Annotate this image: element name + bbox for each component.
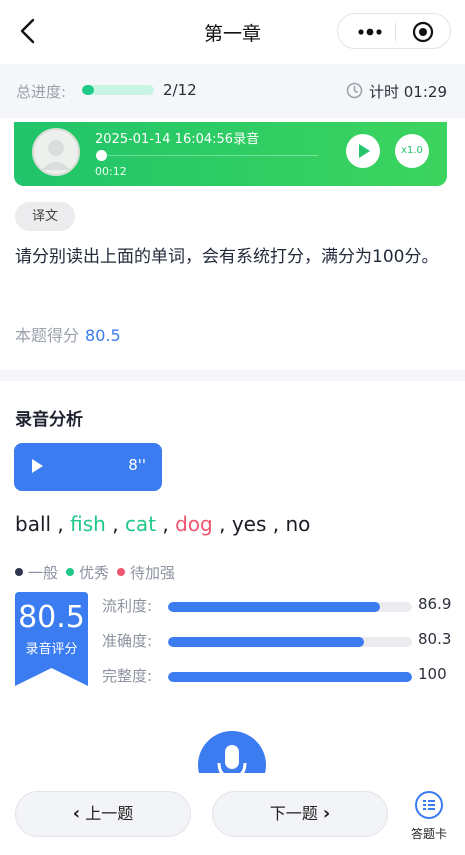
capsule-divider bbox=[395, 23, 396, 41]
legend-label: 优秀 bbox=[79, 564, 110, 582]
metric-label: 准确度: bbox=[102, 632, 153, 650]
bottom-bar: ‹ 上一题 下一题 › 答题卡 bbox=[0, 773, 465, 855]
play-icon bbox=[359, 144, 370, 158]
prev-label: 上一题 bbox=[85, 804, 134, 823]
metric-row-accuracy: 准确度: 80.3 bbox=[102, 630, 452, 654]
audio-seconds: 8'' bbox=[128, 456, 146, 474]
playback-knob[interactable] bbox=[96, 150, 107, 161]
next-label: 下一题 bbox=[269, 804, 318, 823]
user-placeholder-icon bbox=[42, 140, 70, 170]
score-label: 本题得分 bbox=[15, 326, 80, 345]
word-separator: , bbox=[212, 512, 232, 536]
metric-label: 完整度: bbox=[102, 667, 153, 685]
translation-tag[interactable]: 译文 bbox=[15, 202, 75, 231]
word-list: ball , fish , cat , dog , yes , no bbox=[15, 512, 310, 536]
metric-label: 流利度: bbox=[102, 597, 153, 615]
metric-track bbox=[168, 637, 412, 647]
progress-label: 总进度: bbox=[16, 83, 67, 101]
word-item[interactable]: ball bbox=[15, 512, 51, 536]
answer-card-label: 答题卡 bbox=[410, 827, 447, 841]
speed-button[interactable]: x1.0 bbox=[395, 134, 429, 168]
legend-dot bbox=[117, 568, 126, 576]
chevron-left-icon: ‹ bbox=[72, 803, 81, 824]
recording-duration: 00:12 bbox=[95, 165, 127, 178]
score-badge: 80.5 录音评分 bbox=[15, 592, 88, 688]
legend-label: 待加强 bbox=[130, 564, 176, 582]
more-icon[interactable] bbox=[356, 22, 384, 42]
metric-value: 80.3 bbox=[418, 630, 452, 648]
legend-item: 优秀 bbox=[66, 562, 109, 583]
word-separator: , bbox=[156, 512, 176, 536]
question-score: 本题得分 80.5 bbox=[15, 322, 121, 346]
next-question-button[interactable]: 下一题 › bbox=[212, 791, 388, 837]
legend-dot bbox=[15, 568, 23, 576]
progress-track bbox=[82, 85, 154, 95]
clock-icon bbox=[346, 82, 363, 99]
progress-bar-row: 总进度: 2/12 计时 01:29 bbox=[0, 68, 465, 114]
play-button[interactable] bbox=[346, 134, 380, 168]
chevron-right-icon: › bbox=[322, 803, 331, 824]
word-item[interactable]: dog bbox=[175, 512, 213, 536]
metric-value: 100 bbox=[418, 665, 447, 683]
word-item[interactable]: no bbox=[285, 512, 310, 536]
mini-program-capsule bbox=[337, 13, 451, 49]
legend-label: 一般 bbox=[28, 564, 59, 582]
word-item[interactable]: cat bbox=[125, 512, 156, 536]
audio-play-button[interactable]: 8'' bbox=[14, 443, 162, 491]
close-target-icon[interactable] bbox=[412, 21, 434, 43]
metric-row-completeness: 完整度: 100 bbox=[102, 665, 452, 689]
question-card: 2025-01-14 16:04:56录音 00:12 x1.0 译文 请分别读… bbox=[0, 118, 465, 370]
score-value: 80.5 bbox=[85, 326, 121, 345]
recording-title: 2025-01-14 16:04:56录音 bbox=[95, 132, 260, 147]
legend-item: 一般 bbox=[15, 562, 58, 583]
metric-track bbox=[168, 602, 412, 612]
top-nav-bar: 第一章 bbox=[0, 0, 465, 64]
word-separator: , bbox=[51, 512, 71, 536]
word-separator: , bbox=[266, 512, 286, 536]
play-icon bbox=[32, 459, 43, 473]
progress-count: 2/12 bbox=[163, 81, 197, 99]
overall-score: 80.5 bbox=[18, 600, 85, 635]
word-item[interactable]: yes bbox=[232, 512, 267, 536]
word-item[interactable]: fish bbox=[70, 512, 106, 536]
playback-track[interactable] bbox=[108, 155, 318, 156]
answer-card-icon bbox=[415, 791, 443, 819]
metric-fill bbox=[168, 602, 381, 612]
metric-fill bbox=[168, 672, 412, 682]
prev-question-button[interactable]: ‹ 上一题 bbox=[15, 791, 191, 837]
answer-card-button[interactable]: 答题卡 bbox=[405, 791, 453, 847]
word-separator: , bbox=[105, 512, 125, 536]
analysis-title: 录音分析 bbox=[15, 410, 83, 430]
overall-score-label: 录音评分 bbox=[25, 642, 78, 657]
question-text: 请分别读出上面的单词，会有系统打分，满分为100分。 bbox=[15, 247, 439, 267]
legend-item: 待加强 bbox=[117, 562, 175, 583]
metric-row-fluency: 流利度: 86.9 bbox=[102, 595, 452, 619]
metric-fill bbox=[168, 637, 364, 647]
legend: 一般 优秀 待加强 bbox=[15, 562, 183, 583]
analysis-card: 录音分析 8'' ball , fish , cat , dog , yes ,… bbox=[0, 381, 465, 799]
legend-dot bbox=[66, 568, 75, 576]
progress-fill bbox=[82, 85, 95, 95]
avatar bbox=[32, 128, 80, 176]
metric-value: 86.9 bbox=[418, 595, 452, 613]
recording-player: 2025-01-14 16:04:56录音 00:12 x1.0 bbox=[14, 122, 447, 186]
metric-track bbox=[168, 672, 412, 682]
timer-text: 计时 01:29 bbox=[369, 83, 447, 101]
